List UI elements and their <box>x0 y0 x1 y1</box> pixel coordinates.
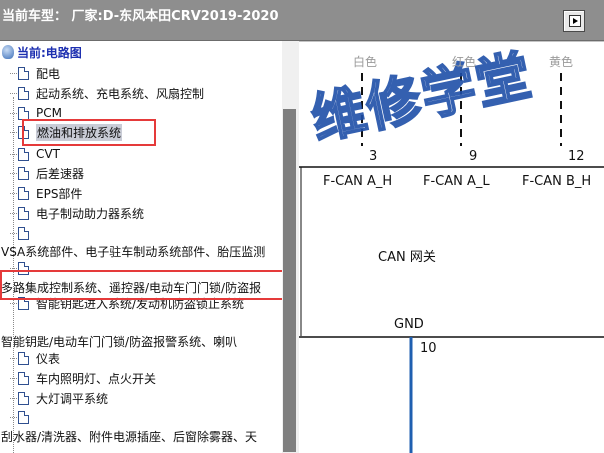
document-icon <box>18 186 29 200</box>
tree-item-blank-1[interactable] <box>10 224 36 242</box>
document-icon <box>18 166 29 180</box>
wire-color-white: 白色 <box>353 55 378 69</box>
signal-fcan-b-h: F-CAN B_H <box>522 174 592 189</box>
document-icon <box>18 147 29 161</box>
tree-item-cvt[interactable]: CVT <box>10 145 60 163</box>
collapse-pane-button[interactable] <box>563 10 585 32</box>
tree-item-smart-key[interactable]: 智能钥匙/电动车门门锁/防盗报警系统、喇叭 <box>1 333 237 349</box>
document-icon <box>18 410 29 424</box>
ground-pin-number: 10 <box>420 341 437 356</box>
tree-scrollbar[interactable] <box>282 41 299 453</box>
document-icon <box>18 391 29 405</box>
tree-item-interior-lights[interactable]: 车内照明灯、点火开关 <box>10 369 156 387</box>
circuit-tree: 当前:电路图 配电 起动系统、充电系统、风扇控制 PCM 燃油和排放系统 CVT… <box>0 41 282 453</box>
collapse-pane-icon <box>569 15 581 27</box>
wiring-diagram: 维修学堂 白色 红色 黄色 3 9 12 F-CAN A_H F-CAN A_L… <box>299 41 604 453</box>
ground-label: GND <box>394 317 424 332</box>
signal-fcan-a-h: F-CAN A_H <box>323 174 393 189</box>
tree-item-brake-booster[interactable]: 电子制动助力器系统 <box>10 204 144 222</box>
highlight-box-multiplex <box>0 270 282 300</box>
document-icon <box>18 226 29 240</box>
highlight-box-fuel <box>22 119 156 146</box>
tree-item-wipers[interactable]: 刮水器/清洗器、附件电源插座、后窗除雾器、天 <box>1 428 257 444</box>
tree-item-rear-differential[interactable]: 后差速器 <box>10 164 84 182</box>
scrollbar-thumb[interactable] <box>283 109 296 452</box>
module-label-can-gateway: CAN 网关 <box>378 250 436 265</box>
tree-item-starting-charging[interactable]: 起动系统、充电系统、风扇控制 <box>10 84 204 102</box>
pin-number-3: 3 <box>369 149 378 164</box>
signal-fcan-a-l: F-CAN A_L <box>423 174 490 189</box>
tree-item-gauges[interactable]: 仪表 <box>10 349 60 367</box>
current-vehicle-title: 当前车型： 厂家:D-东风本田CRV2019-2020 <box>2 9 279 24</box>
tree-item-power-distribution[interactable]: 配电 <box>10 64 60 82</box>
tree-item-blank-3[interactable] <box>10 408 36 426</box>
document-icon <box>18 351 29 365</box>
tree-item-vsa[interactable]: VSA系统部件、电子驻车制动系统部件、胎压监测 <box>1 243 265 259</box>
tree-item-eps[interactable]: EPS部件 <box>10 184 82 202</box>
document-icon <box>18 371 29 385</box>
document-icon <box>18 86 29 100</box>
tree-root-label: 当前:电路图 <box>17 45 82 60</box>
document-icon <box>18 66 29 80</box>
pin-number-9: 9 <box>469 149 478 164</box>
tree-root[interactable]: 当前:电路图 <box>2 44 82 60</box>
wire-color-red: 红色 <box>452 55 477 69</box>
diagram-root-icon <box>2 45 14 59</box>
title-bar: 当前车型： 厂家:D-东风本田CRV2019-2020 <box>0 0 604 41</box>
wire-color-yellow: 黄色 <box>549 55 574 69</box>
pin-number-12: 12 <box>568 149 585 164</box>
tree-item-headlight-leveling[interactable]: 大灯调平系统 <box>10 389 108 407</box>
document-icon <box>18 206 29 220</box>
document-icon <box>18 106 29 120</box>
